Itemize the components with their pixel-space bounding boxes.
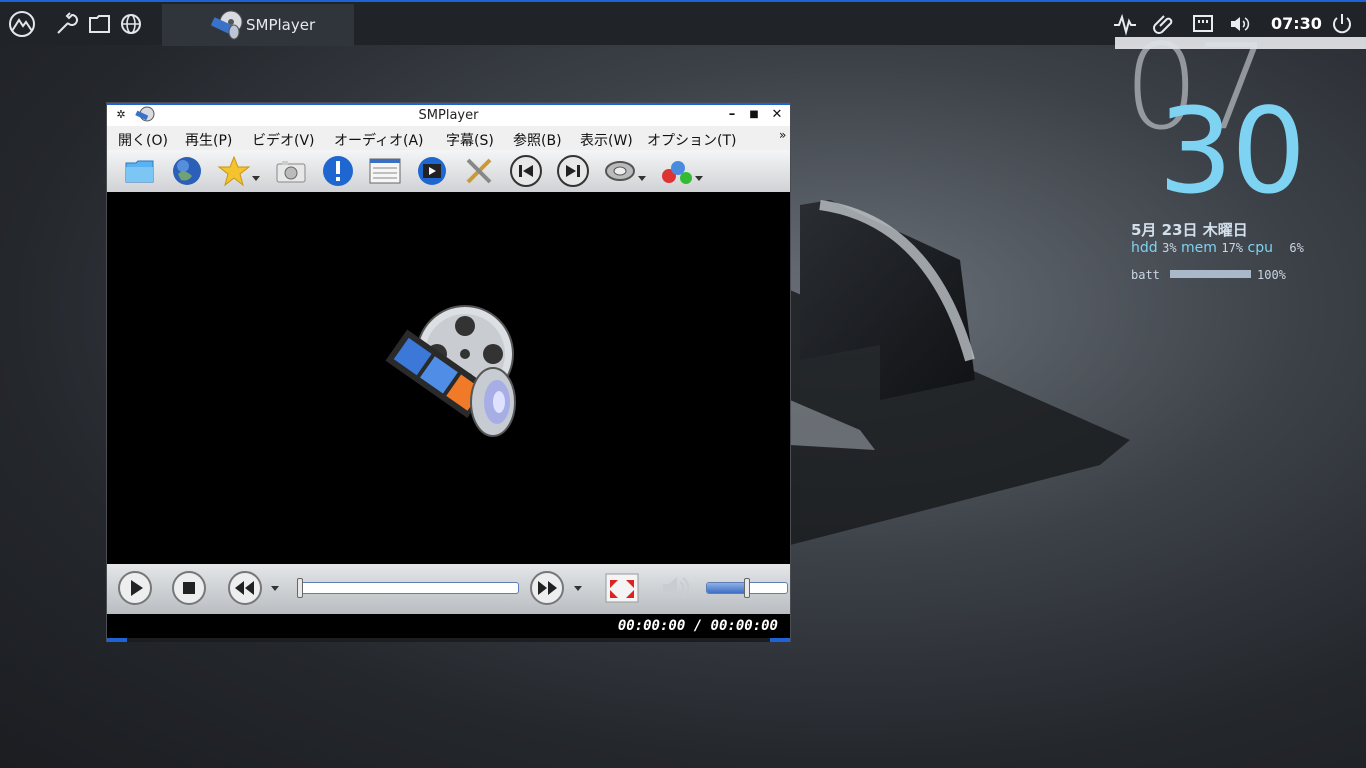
folder-icon[interactable] xyxy=(86,11,114,37)
window-bottom-border xyxy=(107,638,790,642)
smplayer-icon xyxy=(210,9,244,41)
title-bar[interactable]: ✲ SMPlayer – ■ ✕ xyxy=(107,103,790,126)
rewind-dropdown-icon[interactable] xyxy=(271,586,279,591)
batt-label: batt xyxy=(1131,268,1160,282)
mem-label: mem xyxy=(1181,240,1217,256)
cpu-label: cpu xyxy=(1247,240,1273,256)
disc-icon[interactable] xyxy=(603,154,637,188)
menu-options[interactable]: オプション(T) xyxy=(647,130,736,150)
mountain-logo-icon[interactable] xyxy=(8,11,36,37)
info-alert-icon[interactable] xyxy=(321,154,355,188)
subtitles-abc-icon[interactable] xyxy=(660,154,694,188)
mute-speaker-icon[interactable] xyxy=(657,570,693,606)
window-title: SMPlayer xyxy=(418,108,479,123)
rewind-button[interactable] xyxy=(227,570,263,606)
wrench-icon[interactable] xyxy=(52,11,80,37)
close-button[interactable]: ✕ xyxy=(769,107,785,123)
screenshot-camera-icon[interactable] xyxy=(274,154,308,188)
hdd-value: 3% xyxy=(1162,241,1177,255)
subtitles-dropdown-icon[interactable] xyxy=(695,176,703,181)
battery-bar xyxy=(1170,270,1251,278)
open-folder-icon[interactable] xyxy=(123,154,157,188)
conky-date: 5月 23日 木曜日 xyxy=(1131,221,1248,239)
forward-button[interactable] xyxy=(529,570,565,606)
menu-play[interactable]: 再生(P) xyxy=(185,130,232,150)
fullscreen-button[interactable] xyxy=(604,570,640,606)
hdd-label: hdd xyxy=(1131,240,1158,256)
globe-url-icon[interactable] xyxy=(170,154,204,188)
favorites-dropdown-icon[interactable] xyxy=(252,176,260,181)
batt-value: 100% xyxy=(1257,268,1286,282)
previous-track-icon[interactable] xyxy=(509,154,543,188)
menu-more-icon[interactable]: » xyxy=(779,128,786,142)
next-track-icon[interactable] xyxy=(556,154,590,188)
control-bar xyxy=(107,564,790,614)
menu-bar: 開く(O) 再生(P) ビデオ(V) オーディオ(A) 字幕(S) 参照(B) … xyxy=(107,126,790,151)
status-bar: 00:00:00 / 00:00:00 xyxy=(107,614,790,638)
favorites-star-icon[interactable] xyxy=(217,154,251,188)
seek-handle[interactable] xyxy=(297,578,303,598)
power-icon[interactable] xyxy=(1330,12,1354,36)
conky-minute: 30 xyxy=(1158,82,1306,220)
taskbar-task-label: SMPlayer xyxy=(246,16,316,34)
menu-video[interactable]: ビデオ(V) xyxy=(252,130,315,150)
menu-audio[interactable]: オーディオ(A) xyxy=(334,130,424,150)
volume-handle[interactable] xyxy=(744,578,750,598)
conky-stats: hdd 3% mem 17% cpu 6% xyxy=(1131,240,1304,256)
tools-icon[interactable] xyxy=(462,154,496,188)
volume-fill xyxy=(707,583,747,593)
video-area[interactable] xyxy=(107,192,790,564)
smplayer-window: ✲ SMPlayer – ■ ✕ 開く(O) 再生(P) ビデオ(V) オーディ… xyxy=(106,102,791,642)
taskbar-clock[interactable]: 07:30 xyxy=(1271,14,1322,33)
play-button[interactable] xyxy=(117,570,153,606)
menu-view[interactable]: 表示(W) xyxy=(580,130,633,150)
forward-dropdown-icon[interactable] xyxy=(574,586,582,591)
time-display: 00:00:00 / 00:00:00 xyxy=(617,618,778,634)
disc-dropdown-icon[interactable] xyxy=(638,176,646,181)
preferences-film-icon[interactable] xyxy=(415,154,449,188)
mem-value: 17% xyxy=(1221,241,1244,255)
globe-icon[interactable] xyxy=(118,11,146,37)
playlist-icon[interactable] xyxy=(368,154,402,188)
smplayer-logo-icon xyxy=(385,305,516,437)
taskbar-task-smplayer[interactable]: SMPlayer xyxy=(162,4,354,46)
main-toolbar xyxy=(107,150,790,192)
menu-subtitles[interactable]: 字幕(S) xyxy=(446,130,494,150)
minimize-button[interactable]: – xyxy=(724,107,740,123)
menu-browse[interactable]: 参照(B) xyxy=(513,130,562,150)
maximize-button[interactable]: ■ xyxy=(746,107,762,123)
cpu-value: 6% xyxy=(1289,241,1304,255)
seek-bar[interactable] xyxy=(297,582,519,594)
stop-button[interactable] xyxy=(171,570,207,606)
menu-open[interactable]: 開く(O) xyxy=(118,130,168,150)
